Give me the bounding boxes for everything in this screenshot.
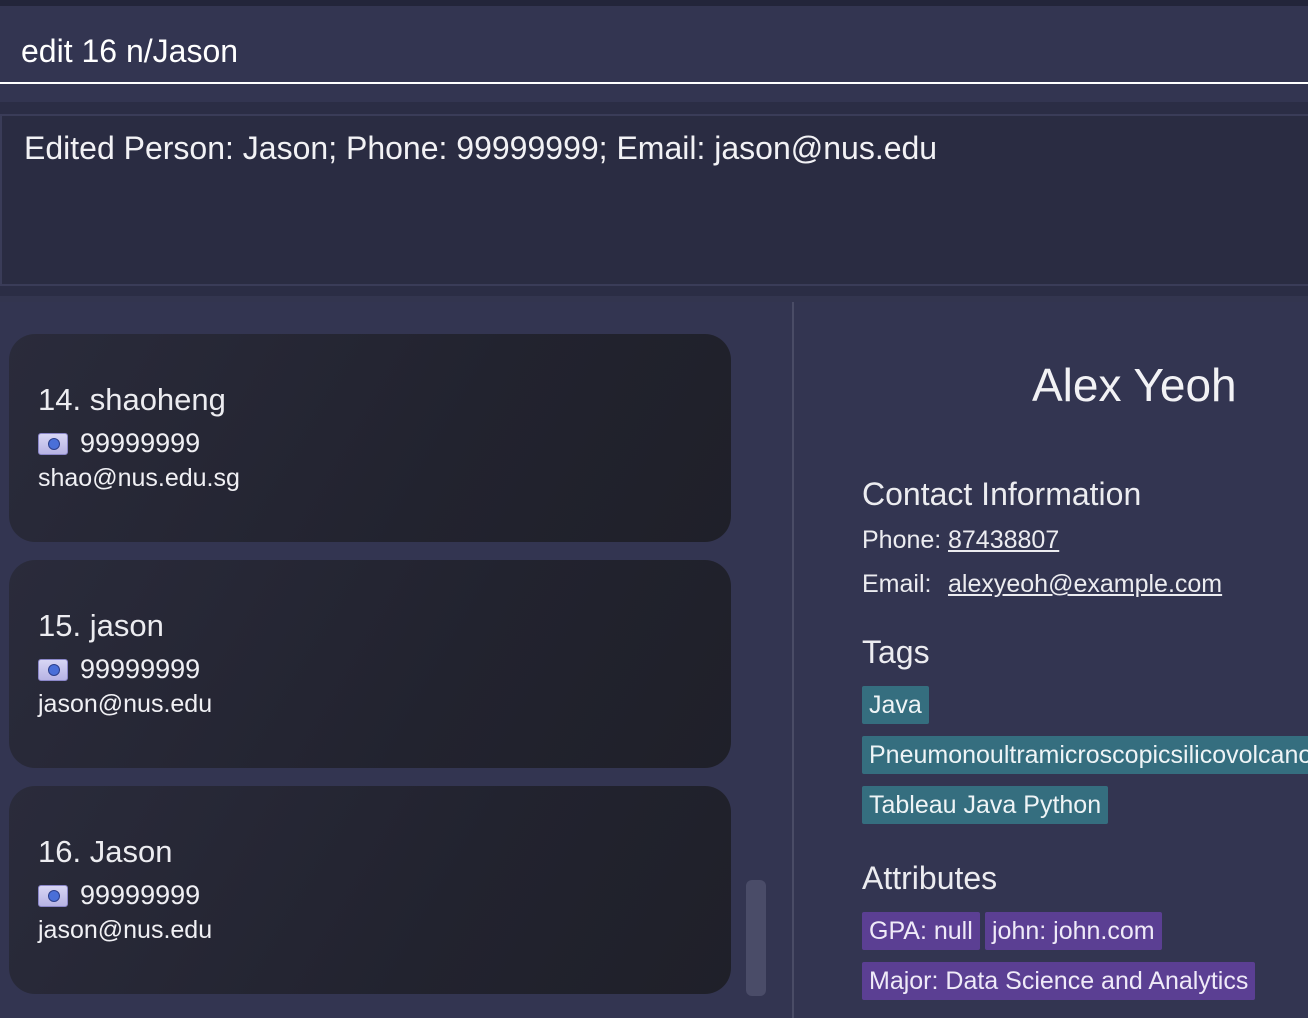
phone-card-icon	[38, 432, 68, 455]
result-text: Edited Person: Jason; Phone: 99999999; E…	[24, 130, 938, 166]
attributes-heading: Attributes	[862, 860, 998, 896]
person-name: 14. shaoheng	[38, 382, 226, 417]
person-card[interactable]: 15. jason 99999999 jason@nus.edu	[9, 560, 731, 768]
person-name: 16. Jason	[38, 834, 173, 869]
email-link[interactable]: alexyeoh@example.com	[948, 570, 1222, 599]
person-phone: 99999999	[38, 428, 200, 459]
person-detail-panel: Alex Yeoh Contact Information Phone: 874…	[794, 302, 1308, 1018]
person-name: 15. jason	[38, 608, 164, 643]
contact-heading: Contact Information	[862, 476, 1142, 512]
phone-card-icon	[38, 884, 68, 907]
person-email: jason@nus.edu	[38, 916, 213, 944]
person-card[interactable]: 14. shaoheng 99999999 shao@nus.edu.sg	[9, 334, 731, 542]
person-email: shao@nus.edu.sg	[38, 464, 240, 492]
person-phone-value: 99999999	[80, 428, 201, 458]
person-card[interactable]: 16. Jason 99999999 jason@nus.edu	[9, 786, 731, 994]
attribute-chip: Major: Data Science and Analytics	[862, 962, 1256, 1000]
tag: Tableau Java Python	[862, 786, 1109, 824]
command-input[interactable]	[0, 20, 1308, 84]
phone-link[interactable]: 87438807	[948, 526, 1059, 555]
command-box	[0, 6, 1308, 102]
person-list[interactable]: 14. shaoheng 99999999 shao@nus.edu.sg 15…	[0, 302, 792, 1018]
tag: Pneumonoultramicroscopicsilicovolcanocon…	[862, 736, 1308, 774]
result-display: Edited Person: Jason; Phone: 99999999; E…	[0, 114, 1308, 286]
person-phone-value: 99999999	[80, 880, 201, 910]
attribute-chip: GPA: null	[862, 912, 980, 950]
person-email: jason@nus.edu	[38, 690, 213, 718]
list-scrollbar-thumb[interactable]	[746, 880, 766, 996]
phone-label: Phone:	[862, 526, 942, 554]
person-phone-value: 99999999	[80, 654, 201, 684]
person-phone: 99999999	[38, 654, 200, 685]
email-label: Email:	[862, 570, 932, 598]
person-phone: 99999999	[38, 880, 200, 911]
attribute-chip: john: john.com	[985, 912, 1162, 950]
phone-card-icon	[38, 658, 68, 681]
detail-name: Alex Yeoh	[1032, 359, 1237, 411]
tag: Java	[862, 686, 929, 724]
tags-heading: Tags	[862, 634, 930, 670]
